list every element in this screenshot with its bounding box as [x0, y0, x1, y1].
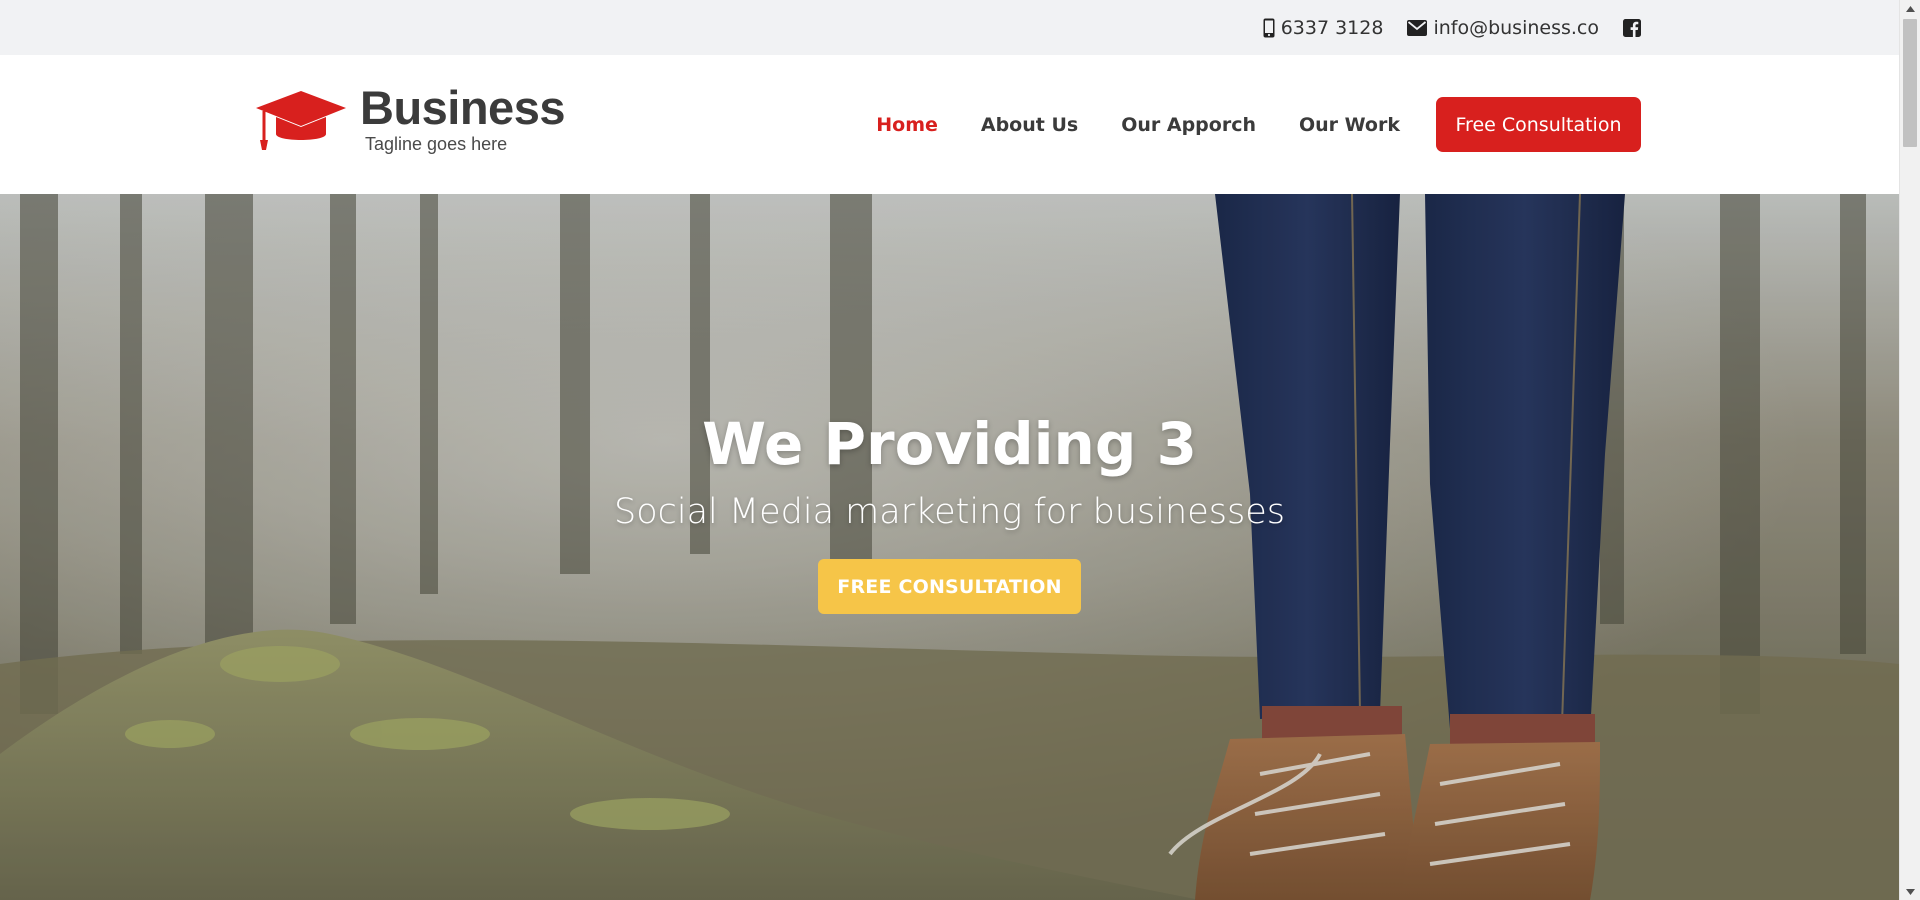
hero-title: We Providing 3 — [702, 410, 1197, 478]
nav-item-our-apporch[interactable]: Our Apporch — [1121, 114, 1256, 136]
facebook-icon — [1623, 18, 1641, 37]
nav-item-home[interactable]: Home — [876, 114, 938, 136]
hero-free-consultation-button[interactable]: FREE CONSULTATION — [818, 559, 1081, 614]
nav-item-about-us[interactable]: About Us — [981, 114, 1078, 136]
scroll-down-arrow-icon[interactable] — [1900, 883, 1920, 900]
brand-text: Business Tagline goes here — [360, 81, 565, 155]
email-contact[interactable]: info@business.co — [1407, 17, 1599, 39]
free-consultation-button[interactable]: Free Consultation — [1436, 97, 1641, 152]
email-address: info@business.co — [1433, 16, 1599, 39]
phone-contact[interactable]: 6337 3128 — [1263, 16, 1384, 39]
top-contact-bar: 6337 3128 info@business.co — [0, 0, 1899, 55]
page-scrollbar[interactable] — [1899, 0, 1920, 900]
page: 6337 3128 info@business.co Business Tagl… — [0, 0, 1920, 900]
brand-logo[interactable]: Business Tagline goes here — [254, 82, 565, 156]
scroll-up-arrow-icon[interactable] — [1900, 0, 1920, 17]
hero-subtitle: Social Media marketing for businesses — [614, 492, 1285, 532]
contact-list: 6337 3128 info@business.co — [1263, 0, 1641, 55]
nav-item-our-work[interactable]: Our Work — [1299, 114, 1400, 136]
mobile-phone-icon — [1263, 18, 1275, 38]
phone-number: 6337 3128 — [1280, 16, 1384, 39]
envelope-icon — [1407, 19, 1428, 36]
brand-tagline: Tagline goes here — [365, 134, 508, 154]
graduation-cap-icon — [254, 88, 348, 156]
main-nav: Home About Us Our Apporch Our Work Free … — [833, 97, 1641, 152]
facebook-link[interactable] — [1623, 18, 1641, 37]
brand-name: Business — [360, 81, 565, 134]
hero-background-image — [0, 194, 1899, 900]
scrollbar-thumb[interactable] — [1903, 19, 1917, 147]
site-header: Business Tagline goes here Home About Us… — [0, 55, 1899, 194]
hero-section: We Providing 3 Social Media marketing fo… — [0, 194, 1899, 900]
